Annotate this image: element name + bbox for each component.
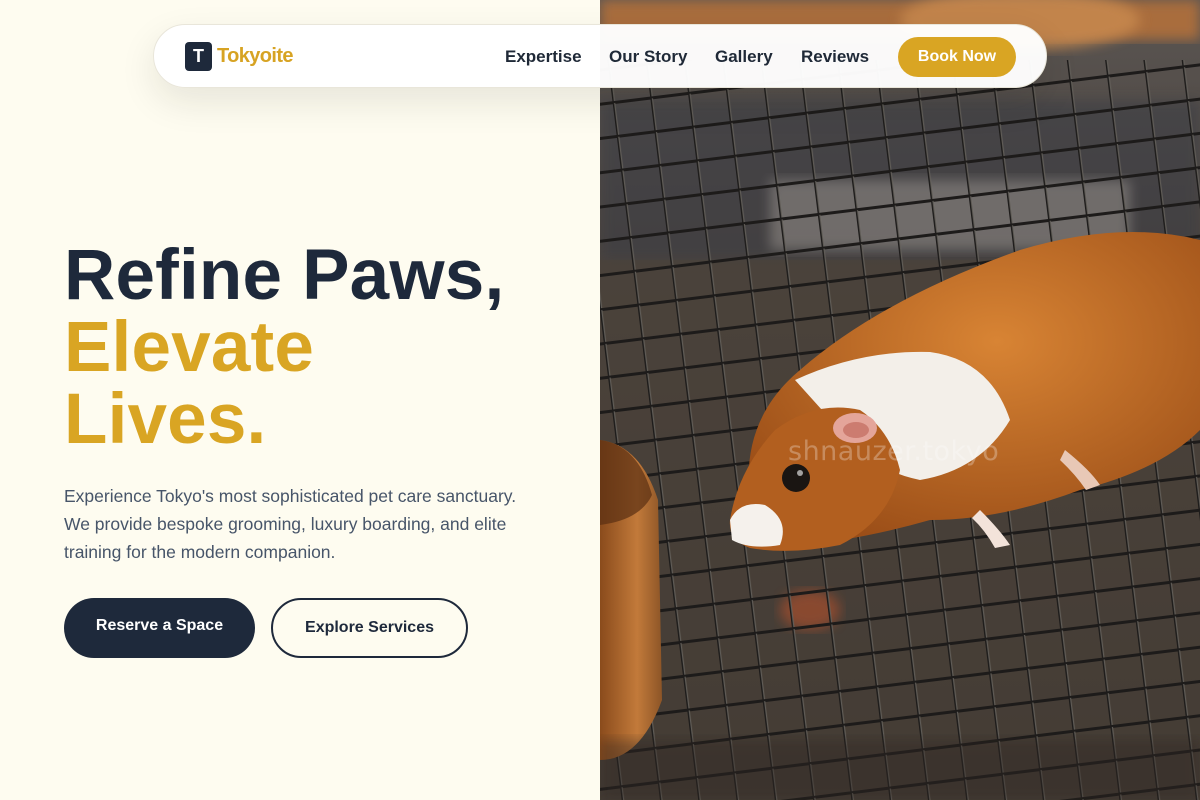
explore-services-button[interactable]: Explore Services bbox=[271, 598, 468, 658]
hero-image bbox=[600, 0, 1200, 800]
hero-headline: Refine Paws, Elevate Lives. bbox=[64, 240, 504, 456]
headline-line-2: Elevate bbox=[64, 308, 315, 387]
nav-link-reviews[interactable]: Reviews bbox=[801, 47, 869, 67]
book-now-button[interactable]: Book Now bbox=[898, 37, 1016, 77]
nav-link-gallery[interactable]: Gallery bbox=[715, 47, 773, 67]
headline-line-1: Refine Paws, bbox=[64, 236, 505, 315]
hero-description: Experience Tokyo's most sophisticated pe… bbox=[64, 486, 517, 562]
nav-link-expertise[interactable]: Expertise bbox=[505, 47, 582, 67]
top-navbar: T Tokyoite Expertise Our Story Gallery R… bbox=[153, 24, 1047, 88]
brand-name: Tokyoite bbox=[217, 45, 294, 67]
headline-line-3: Lives. bbox=[64, 380, 267, 459]
reserve-space-button[interactable]: Reserve a Space bbox=[64, 598, 255, 658]
nav-link-our-story[interactable]: Our Story bbox=[609, 47, 687, 67]
image-watermark: shnauzer.tokyo bbox=[788, 436, 1000, 467]
logo-mark-icon: T bbox=[185, 42, 212, 71]
brand-logo[interactable]: T Tokyoite bbox=[185, 42, 294, 71]
